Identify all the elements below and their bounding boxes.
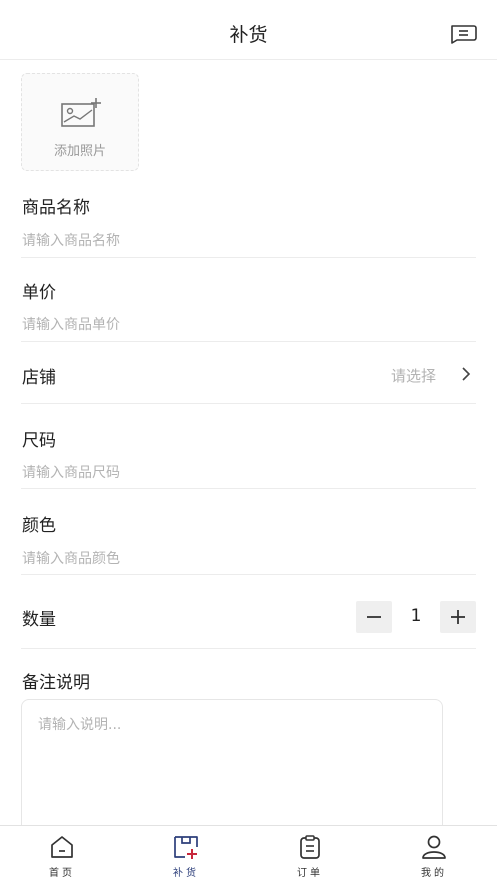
chevron-right-icon [462,367,471,381]
store-label: 店铺 [22,368,56,388]
quantity-stepper: 1 [356,601,476,633]
order-icon [300,835,320,859]
tab-order[interactable]: 订单 [248,826,372,883]
plus-icon [451,610,465,624]
color-input[interactable]: 请输入商品颜色 [22,548,120,568]
color-label: 颜色 [22,516,56,536]
tab-restock-label: 补货 [173,868,199,879]
size-field: 尺码 请输入商品尺码 [21,404,476,489]
store-value: 请选择 [390,367,436,385]
header: 补货 [0,0,497,60]
decrease-button[interactable] [356,601,392,633]
size-input[interactable]: 请输入商品尺码 [22,462,120,482]
color-field: 颜色 请输入商品颜色 [21,489,476,575]
tab-home-label: 首页 [49,868,75,879]
message-icon[interactable] [449,24,477,44]
increase-button[interactable] [440,601,476,633]
note-placeholder: 请输入说明... [38,717,122,733]
tab-restock[interactable]: 补货 [124,826,248,883]
note-textarea[interactable]: 请输入说明... [21,699,443,839]
note-label: 备注说明 [22,673,90,693]
size-label: 尺码 [22,431,56,451]
add-image-icon [61,98,101,127]
price-label: 单价 [22,283,56,303]
product-name-label: 商品名称 [22,198,90,218]
tab-profile[interactable]: 我的 [372,826,496,883]
restock-icon [174,836,198,859]
tab-profile-label: 我的 [421,868,447,879]
tab-order-label: 订单 [297,868,323,879]
price-input[interactable]: 请输入商品单价 [22,314,120,334]
add-photo-button[interactable]: 添加照片 [21,73,139,171]
home-icon [51,836,73,858]
quantity-label: 数量 [22,610,56,630]
add-photo-label: 添加照片 [53,144,106,159]
price-field: 单价 请输入商品单价 [21,258,476,342]
tab-bar: 首页 补货 订单 我的 [0,825,497,883]
quantity-value[interactable]: 1 [392,606,440,626]
quantity-row: 数量 1 [21,575,476,649]
product-name-field: 商品名称 请输入商品名称 [21,188,476,258]
minus-icon [367,616,381,618]
store-selector[interactable]: 店铺 请选择 [21,342,476,404]
page-title: 补货 [229,24,268,46]
product-name-input[interactable]: 请输入商品名称 [22,230,120,250]
user-icon [422,835,446,859]
tab-home[interactable]: 首页 [0,826,124,883]
